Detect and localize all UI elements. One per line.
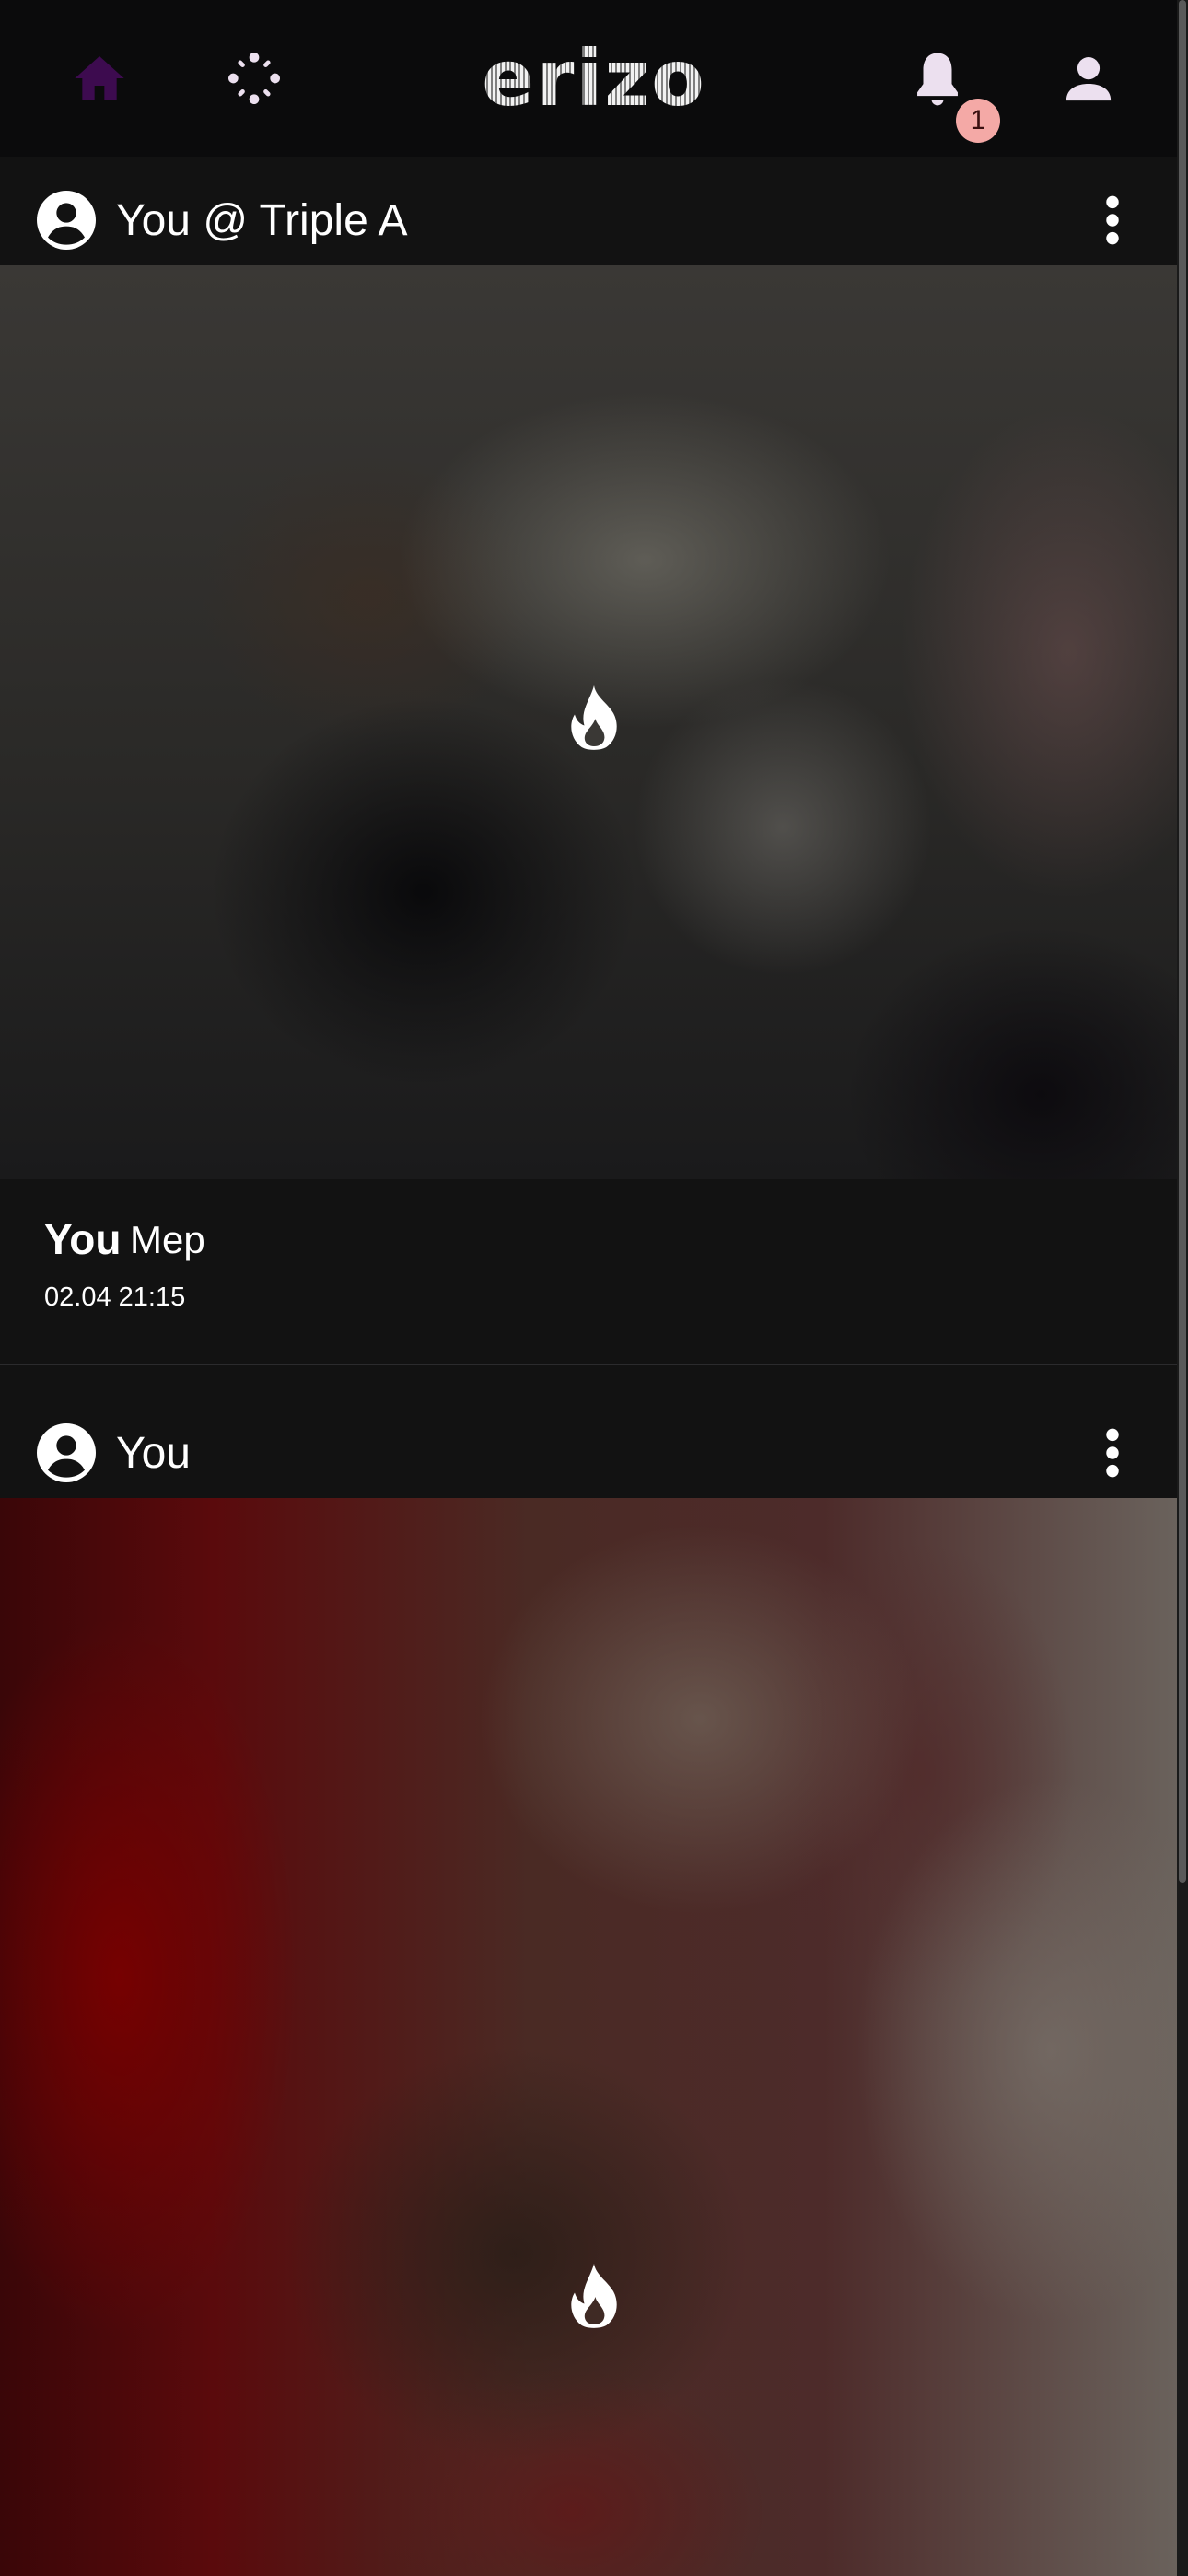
account-icon[interactable] <box>1055 46 1122 111</box>
more-options-icon[interactable] <box>1083 191 1142 250</box>
post-caption-area <box>0 1179 1177 1364</box>
post-timestamp: 02.04 21:15 <box>44 1282 186 1312</box>
user-avatar-icon[interactable] <box>37 1423 96 1482</box>
caption-author[interactable]: You <box>44 1214 121 1264</box>
home-icon[interactable] <box>64 46 134 111</box>
app-logo: erizo <box>474 33 714 123</box>
fire-icon[interactable] <box>566 685 622 752</box>
notification-badge[interactable]: 1 <box>956 99 1000 143</box>
scrollbar-thumb[interactable] <box>1179 0 1186 1883</box>
post-media-blurred[interactable] <box>0 1498 1177 2576</box>
user-avatar-icon[interactable] <box>37 191 96 250</box>
caption-text: Mep <box>130 1218 205 1261</box>
post-divider <box>0 1364 1177 1365</box>
more-options-icon[interactable] <box>1083 1423 1142 1482</box>
post-title[interactable]: You @ Triple A <box>116 195 407 246</box>
post-title[interactable]: You <box>116 1428 191 1479</box>
sparkle-icon[interactable] <box>219 46 289 111</box>
fire-icon[interactable] <box>566 2264 622 2330</box>
